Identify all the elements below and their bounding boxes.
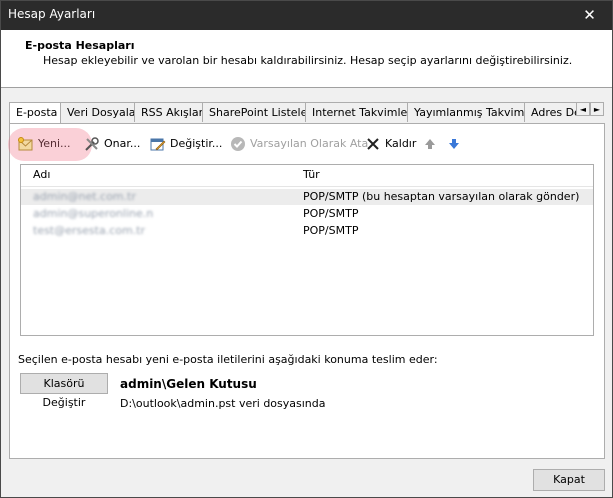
account-settings-dialog: Hesap Ayarları ✕ E-posta Hesapları Hesap…	[0, 0, 613, 498]
window-title: Hesap Ayarları	[8, 7, 96, 21]
move-down-button[interactable]	[446, 133, 462, 155]
remove-button[interactable]: Kaldır	[365, 133, 416, 155]
column-header-name[interactable]: Adı	[33, 165, 50, 185]
header-description: Hesap ekleyebilir ve varolan bir hesabı …	[43, 54, 573, 67]
new-account-button[interactable]: Yeni...	[8, 128, 92, 161]
set-default-button[interactable]: Varsayılan Olarak Ata	[230, 133, 368, 155]
dialog-header: E-posta Hesapları Hesap ekleyebilir ve v…	[1, 30, 612, 88]
checkmark-circle-icon	[230, 136, 246, 152]
header-divider	[21, 186, 593, 187]
delivery-folder-path: D:\outlook\admin.pst veri dosyasında	[120, 397, 326, 410]
table-row[interactable]: admin@net.com.tr POP/SMTP (bu hesaptan v…	[21, 189, 593, 205]
tab-strip: Veri Dosyaları RSS Akışları SharePoint L…	[9, 102, 587, 123]
tab-data-files[interactable]: Veri Dosyaları	[60, 102, 143, 122]
account-name: admin@net.com.tr	[33, 190, 136, 203]
account-toolbar: Yeni... Onar... Değiştir... Varsayılan O…	[8, 128, 604, 161]
account-list: Adı Tür admin@net.com.tr POP/SMTP (bu he…	[20, 164, 594, 336]
move-up-button[interactable]	[422, 133, 438, 155]
tab-scroll-left-icon[interactable]: ◄	[576, 102, 590, 116]
remove-x-icon	[365, 136, 381, 152]
header-title: E-posta Hesapları	[25, 39, 135, 52]
title-bar: Hesap Ayarları ✕	[1, 1, 612, 30]
delivery-folder-name: admin\Gelen Kutusu	[120, 377, 257, 391]
account-name: test@ersesta.com.tr	[33, 224, 146, 237]
edit-account-icon	[150, 136, 166, 152]
repair-label: Onar...	[104, 137, 141, 150]
email-tab-panel: Yeni... Onar... Değiştir... Varsayılan O…	[8, 123, 605, 459]
remove-label: Kaldır	[385, 137, 417, 150]
account-type: POP/SMTP (bu hesaptan varsayılan olarak …	[303, 190, 580, 203]
tab-published-calendars[interactable]: Yayımlanmış Takvimler	[407, 102, 539, 122]
repair-button[interactable]: Onar...	[84, 133, 140, 155]
repair-tools-icon	[84, 136, 100, 152]
close-button[interactable]: Kapat	[533, 469, 605, 491]
change-folder-button[interactable]: Klasörü Değiştir	[20, 373, 108, 409]
tab-rss-feeds[interactable]: RSS Akışları	[134, 102, 206, 122]
arrow-up-icon	[422, 136, 438, 152]
tab-email[interactable]: E-posta	[9, 102, 61, 123]
table-row[interactable]: admin@superonline.n POP/SMTP	[21, 206, 593, 222]
account-name: admin@superonline.n	[33, 207, 154, 220]
close-icon[interactable]: ✕	[567, 1, 612, 30]
tab-scroll-right-icon[interactable]: ►	[590, 102, 604, 116]
delivery-description: Seçilen e-posta hesabı yeni e-posta ilet…	[18, 353, 438, 366]
set-default-label: Varsayılan Olarak Ata	[250, 137, 369, 150]
column-header-type[interactable]: Tür	[303, 165, 320, 185]
account-type: POP/SMTP	[303, 207, 359, 220]
tab-internet-calendars[interactable]: Internet Takvimleri	[305, 102, 415, 122]
table-row[interactable]: test@ersesta.com.tr POP/SMTP	[21, 223, 593, 239]
tab-sharepoint-lists[interactable]: SharePoint Listeleri	[202, 102, 315, 122]
account-type: POP/SMTP	[303, 224, 359, 237]
change-button[interactable]: Değiştir...	[150, 133, 222, 155]
change-label: Değiştir...	[170, 137, 223, 150]
new-mail-icon	[18, 136, 34, 152]
arrow-down-icon	[446, 136, 462, 152]
